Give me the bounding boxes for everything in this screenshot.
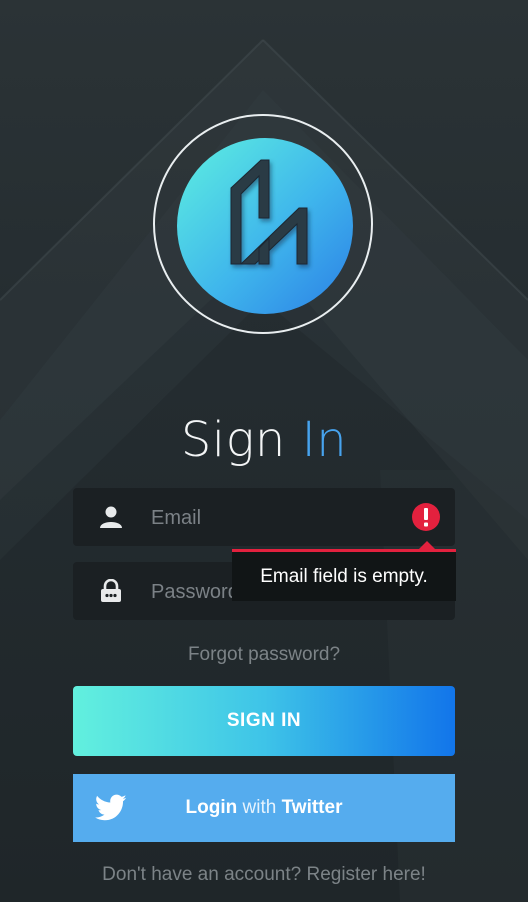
forgot-password-link[interactable]: Forgot password? — [0, 644, 528, 666]
tooltip-caret — [419, 541, 435, 549]
email-error-tooltip: Email field is empty. — [232, 541, 456, 601]
email-field[interactable] — [73, 488, 455, 548]
title-word-sign: Sign — [180, 412, 286, 468]
twitter-login-button[interactable]: Login with Twitter — [73, 774, 455, 842]
sign-in-button[interactable]: SIGN IN — [73, 686, 455, 756]
register-link[interactable]: Don't have an account? Register here! — [0, 864, 528, 886]
twitter-label-twitter: Twitter — [281, 797, 343, 818]
email-input[interactable] — [149, 488, 433, 548]
twitter-label-with: with — [242, 797, 277, 818]
twitter-label-login: Login — [185, 797, 238, 818]
lock-icon — [101, 579, 121, 602]
error-icon — [412, 503, 440, 531]
user-icon — [100, 506, 122, 528]
title-word-in: In — [301, 412, 348, 468]
page-title: Sign In — [0, 412, 528, 468]
twitter-button-label: Login with Twitter — [73, 774, 455, 842]
logo-mark — [177, 138, 353, 314]
error-message: Email field is empty. — [260, 566, 428, 587]
